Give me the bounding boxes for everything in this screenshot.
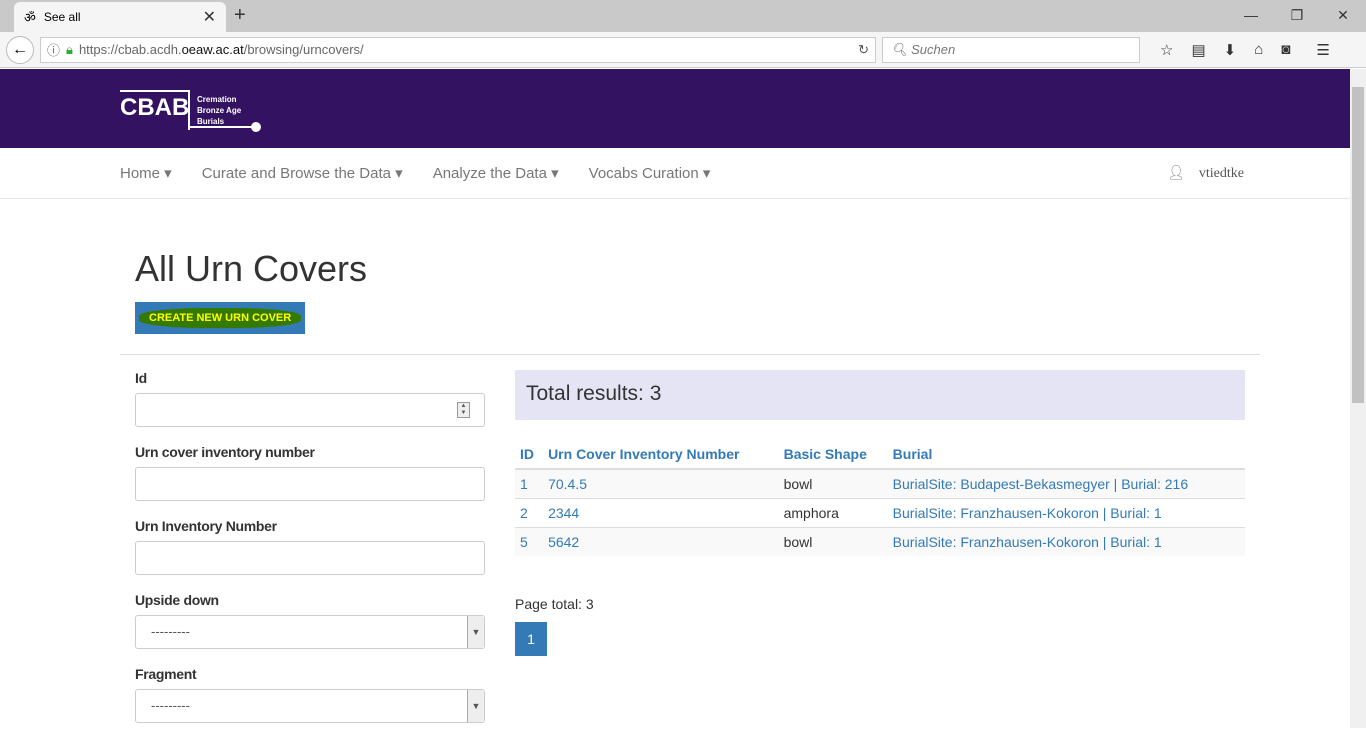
results-panel: Total results: 3 ID Urn Cover Inventory N…	[515, 370, 1245, 656]
col-shape[interactable]: Basic Shape	[778, 440, 888, 470]
close-window-button[interactable]: ✕	[1320, 0, 1366, 30]
row-shape: bowl	[778, 527, 888, 556]
menu-curate-browse[interactable]: Curate and Browse the Data ▾	[202, 164, 403, 182]
urn-cover-inventory-input[interactable]	[135, 467, 485, 501]
create-label: CREATE NEW URN COVER	[139, 308, 302, 328]
browser-tab[interactable]: ॐ See all ✕	[14, 2, 226, 32]
divider	[120, 354, 1260, 355]
main-menu: Home ▾ Curate and Browse the Data ▾ Anal…	[0, 148, 1350, 199]
col-inventory[interactable]: Urn Cover Inventory Number	[543, 440, 779, 470]
fragment-select[interactable]: --------- ▼	[135, 689, 485, 723]
chevron-down-icon: ▼	[467, 690, 484, 722]
minimize-button[interactable]: —	[1228, 0, 1274, 30]
home-icon[interactable]: ⌂	[1254, 41, 1263, 59]
user-menu[interactable]: 👤︎ vtiedtke	[1167, 165, 1244, 182]
tab-bar: ॐ See all ✕ + — ❐ ✕	[0, 0, 1366, 32]
menu-vocabs[interactable]: Vocabs Curation ▾	[589, 164, 711, 182]
tab-title: See all	[43, 10, 81, 24]
col-burial[interactable]: Burial	[887, 440, 1245, 470]
logo-text: CBAB	[120, 94, 190, 121]
search-input[interactable]: 🔍︎ Suchen	[882, 36, 1140, 63]
restore-button[interactable]: ❐	[1274, 0, 1320, 30]
row-burial-link[interactable]: BurialSite: Franzhausen-Kokoron | Burial…	[893, 534, 1162, 550]
table-row: 2 2344 amphora BurialSite: Franzhausen-Koko…	[515, 498, 1245, 528]
total-results: Total results: 3	[515, 370, 1245, 420]
row-inventory-link[interactable]: 70.4.5	[548, 476, 587, 492]
url-prefix: https://cbab.acdh.	[78, 42, 182, 57]
download-icon[interactable]: ⬇	[1224, 41, 1237, 59]
urn-inv-label: Urn Inventory Number	[135, 518, 277, 534]
user-icon: 👤︎	[1167, 165, 1185, 181]
upside-down-select[interactable]: --------- ▼	[135, 615, 485, 649]
fragment-label: Fragment	[135, 666, 197, 682]
row-burial-link[interactable]: BurialSite: Budapest-Bekasmegyer | Buria…	[893, 476, 1188, 492]
url-path: /browsing/urncovers/	[243, 42, 364, 57]
reader-icon[interactable]: ▤	[1191, 41, 1205, 59]
select-value: ---------	[151, 624, 190, 639]
scrollbar[interactable]	[1350, 69, 1366, 728]
urn-inventory-input[interactable]	[135, 541, 485, 575]
back-button[interactable]: ←	[6, 35, 34, 64]
reload-icon[interactable]: ↻	[858, 42, 869, 58]
pagination-page-1[interactable]: 1	[515, 622, 547, 656]
username: vtiedtke	[1198, 165, 1244, 181]
page-title: All Urn Covers	[135, 248, 368, 289]
bookmark-star-icon[interactable]: ☆	[1160, 41, 1173, 59]
create-urn-cover-button[interactable]: CREATE NEW URN COVER	[135, 302, 306, 334]
col-id[interactable]: ID	[515, 440, 544, 470]
row-id-link[interactable]: 1	[520, 476, 528, 492]
chevron-down-icon: ▼	[467, 616, 484, 648]
row-shape: amphora	[778, 498, 888, 528]
page-total: Page total: 3	[515, 596, 594, 612]
upside-down-label: Upside down	[135, 592, 219, 608]
info-icon: ⓘ	[47, 43, 61, 58]
logo-line: Bronze Age	[197, 106, 242, 115]
site-header: CBAB Cremation Bronze Age Burials	[0, 69, 1350, 148]
nav-bar: ← ⓘ 🔒︎ https://cbab.acdh.oeaw.ac.at/browsi…	[0, 32, 1366, 68]
row-inventory-link[interactable]: 5642	[548, 534, 579, 550]
filter-form: Id ▲ ▼ Urn cover inventory number Urn Inv…	[135, 370, 485, 740]
logo-line: Burials	[197, 117, 225, 126]
table-row: 5 5642 bowl BurialSite: Franzhausen-Kokoron…	[515, 527, 1245, 556]
search-placeholder: Suchen	[911, 41, 956, 57]
new-tab-button[interactable]: +	[234, 4, 246, 27]
urn-cover-inv-label: Urn cover inventory number	[135, 444, 315, 460]
id-input[interactable]: ▲ ▼	[135, 393, 485, 427]
lock-icon: 🔒︎	[66, 41, 73, 57]
pocket-icon[interactable]: ◙	[1281, 41, 1290, 59]
favicon-icon: ॐ	[24, 10, 36, 25]
url-bar[interactable]: ⓘ 🔒︎ https://cbab.acdh.oeaw.ac.at/browsing…	[40, 36, 876, 63]
menu-home[interactable]: Home ▾	[120, 164, 172, 182]
row-id-link[interactable]: 5	[520, 534, 528, 550]
row-shape: bowl	[778, 468, 888, 499]
select-value: ---------	[151, 698, 190, 713]
row-id-link[interactable]: 2	[520, 505, 528, 521]
logo-line: Cremation	[197, 95, 237, 104]
menu-icon[interactable]: ☰	[1316, 41, 1329, 59]
url-domain: oeaw.ac.at	[181, 42, 244, 57]
menu-analyze[interactable]: Analyze the Data ▾	[433, 164, 559, 182]
close-tab-icon[interactable]: ✕	[203, 7, 216, 27]
row-burial-link[interactable]: BurialSite: Franzhausen-Kokoron | Burial…	[893, 505, 1162, 521]
results-table: ID Urn Cover Inventory Number Basic Shape B…	[515, 440, 1245, 556]
row-inventory-link[interactable]: 2344	[548, 505, 579, 521]
spinner-icon[interactable]: ▲ ▼	[457, 402, 470, 418]
id-label: Id	[135, 370, 147, 386]
table-row: 1 70.4.5 bowl BurialSite: Budapest-Bekasmeg…	[515, 468, 1245, 499]
